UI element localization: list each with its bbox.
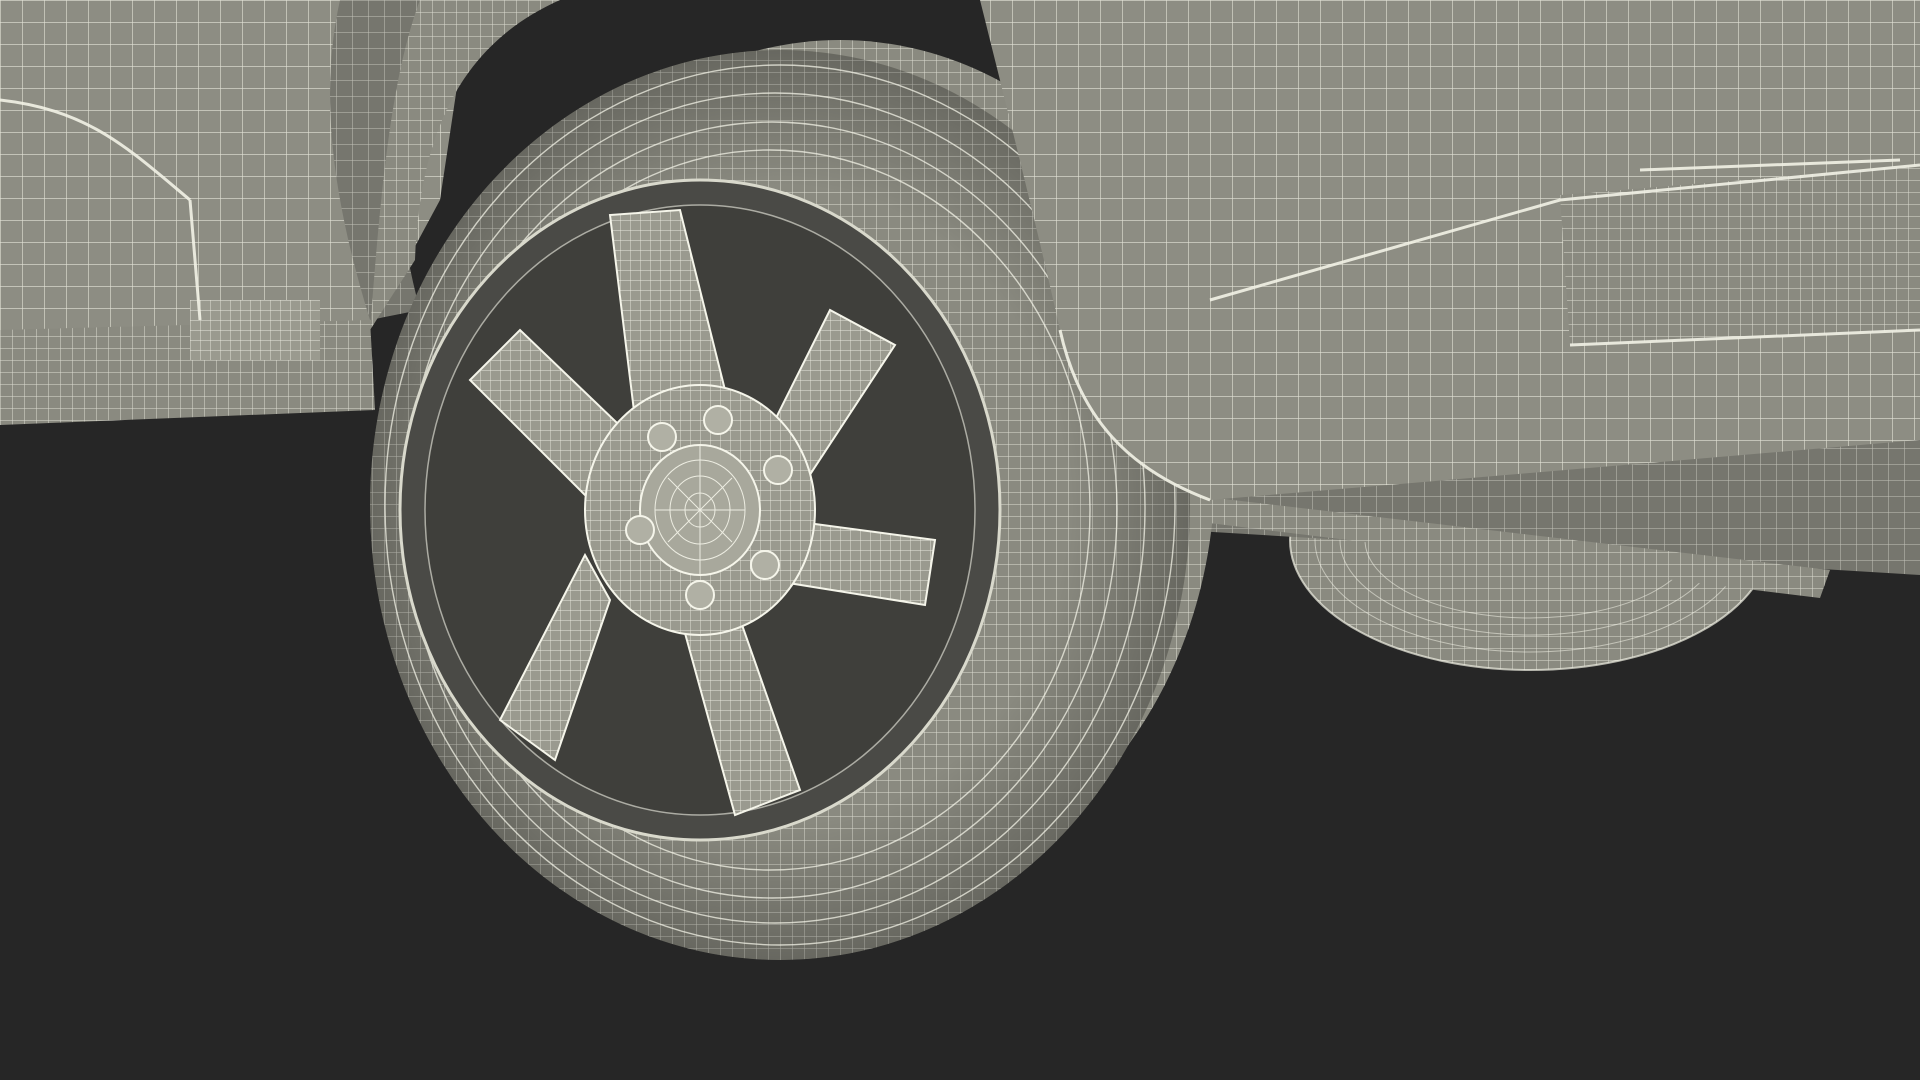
right-body-panel (980, 0, 1920, 502)
wireframe-render-canvas (0, 0, 1920, 1080)
